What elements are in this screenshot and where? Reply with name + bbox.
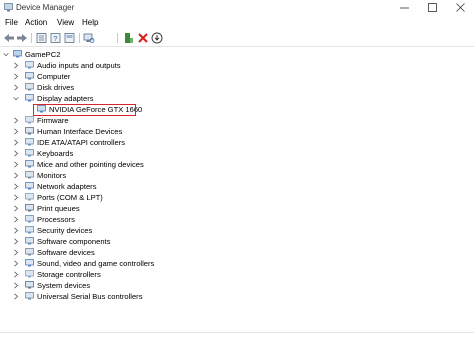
tree-category-ide-ata-atapi-controllers[interactable]: IDE ATA/ATAPI controllers — [0, 137, 474, 148]
tree-category-label: Universal Serial Bus controllers — [37, 292, 143, 301]
back-arrow-icon[interactable] — [3, 32, 15, 44]
menu-view[interactable]: View — [57, 18, 74, 27]
svg-text:?: ? — [54, 36, 58, 43]
status-bar — [0, 332, 474, 346]
tree-category-universal-serial-bus-controllers[interactable]: Universal Serial Bus controllers — [0, 291, 474, 302]
uninstall-icon[interactable] — [137, 32, 149, 44]
tree-category-label: Disk drives — [37, 83, 75, 92]
tree-category-label: Firmware — [37, 116, 69, 125]
tree-category-human-interface-devices[interactable]: Human Interface Devices — [0, 126, 474, 137]
tree-category-monitors[interactable]: Monitors — [0, 170, 474, 181]
tree-category-label: Computer — [37, 72, 71, 81]
tree-category-computer[interactable]: Computer — [0, 71, 474, 82]
tree-category-firmware[interactable]: Firmware — [0, 115, 474, 126]
close-button[interactable] — [448, 0, 474, 16]
close-icon — [456, 3, 465, 12]
toolbar-separator — [79, 33, 80, 43]
tree-category-label: Ports (COM & LPT) — [37, 193, 103, 202]
tree-category-audio-inputs-and-outputs[interactable]: Audio inputs and outputs — [0, 60, 474, 71]
tree-root-label: GamePC2 — [25, 50, 61, 59]
tree-category-label: Network adapters — [37, 182, 97, 191]
tree-category-label: Human Interface Devices — [37, 127, 123, 136]
menu-action[interactable]: Action — [25, 18, 47, 27]
maximize-icon — [428, 3, 437, 12]
toolbar: ? — [0, 29, 474, 47]
download-icon[interactable] — [151, 32, 163, 44]
tree-category-security-devices[interactable]: Security devices — [0, 225, 474, 236]
tree-category-label: Audio inputs and outputs — [37, 61, 121, 70]
view-icon[interactable] — [64, 32, 76, 44]
tree-category-sound-video-and-game-controllers[interactable]: Sound, video and game controllers — [0, 258, 474, 269]
tree-category-disk-drives[interactable]: Disk drives — [0, 82, 474, 93]
toolbar-separator — [117, 33, 118, 43]
window-title: Device Manager — [16, 3, 75, 12]
toolbar-separator — [31, 33, 32, 43]
tree-category-software-devices[interactable]: Software devices — [0, 247, 474, 258]
tree-category-label: Processors — [37, 215, 75, 224]
tree-category-keyboards[interactable]: Keyboards — [0, 148, 474, 159]
tree-category-ports-com-lpt[interactable]: Ports (COM & LPT) — [0, 192, 474, 203]
tree-category-label: Sound, video and game controllers — [37, 259, 155, 268]
menu-bar: File Action View Help — [0, 16, 474, 29]
tree-category-print-queues[interactable]: Print queues — [0, 203, 474, 214]
device-tree: GamePC2 Audio inputs and outputs Computer D… — [0, 47, 474, 332]
tree-category-processors[interactable]: Processors — [0, 214, 474, 225]
tree-root[interactable]: GamePC2 — [0, 49, 474, 60]
help-icon[interactable]: ? — [50, 32, 62, 44]
tree-category-network-adapters[interactable]: Network adapters — [0, 181, 474, 192]
tree-category-system-devices[interactable]: System devices — [0, 280, 474, 291]
properties-icon[interactable] — [36, 32, 48, 44]
tree-category-label: Software devices — [37, 248, 95, 257]
scan-hardware-icon[interactable] — [83, 32, 95, 44]
title-bar: Device Manager — [0, 0, 474, 16]
tree-category-label: Print queues — [37, 204, 80, 213]
highlight-annotation — [33, 104, 136, 116]
tree-category-label: IDE ATA/ATAPI controllers — [37, 138, 126, 147]
tree-category-label: Security devices — [37, 226, 93, 235]
tree-category-label: Monitors — [37, 171, 67, 180]
tree-category-label: Software components — [37, 237, 111, 246]
menu-file[interactable]: File — [5, 18, 18, 27]
tree-category-storage-controllers[interactable]: Storage controllers — [0, 269, 474, 280]
tree-category-mice-and-other-pointing-devices[interactable]: Mice and other pointing devices — [0, 159, 474, 170]
forward-arrow-icon[interactable] — [16, 32, 28, 44]
maximize-button[interactable] — [420, 0, 446, 16]
update-driver-icon[interactable] — [123, 32, 135, 44]
minimize-button[interactable] — [392, 0, 418, 16]
device-manager-icon — [4, 3, 13, 12]
tree-category-label: System devices — [37, 281, 91, 290]
tree-category-label: Mice and other pointing devices — [37, 160, 144, 169]
menu-help[interactable]: Help — [82, 18, 98, 27]
tree-category-label: Display adapters — [37, 94, 94, 103]
tree-category-display-adapters[interactable]: Display adapters — [0, 93, 474, 104]
minimize-icon — [400, 7, 409, 9]
tree-category-software-components[interactable]: Software components — [0, 236, 474, 247]
tree-category-label: Storage controllers — [37, 270, 101, 279]
tree-category-label: Keyboards — [37, 149, 74, 158]
